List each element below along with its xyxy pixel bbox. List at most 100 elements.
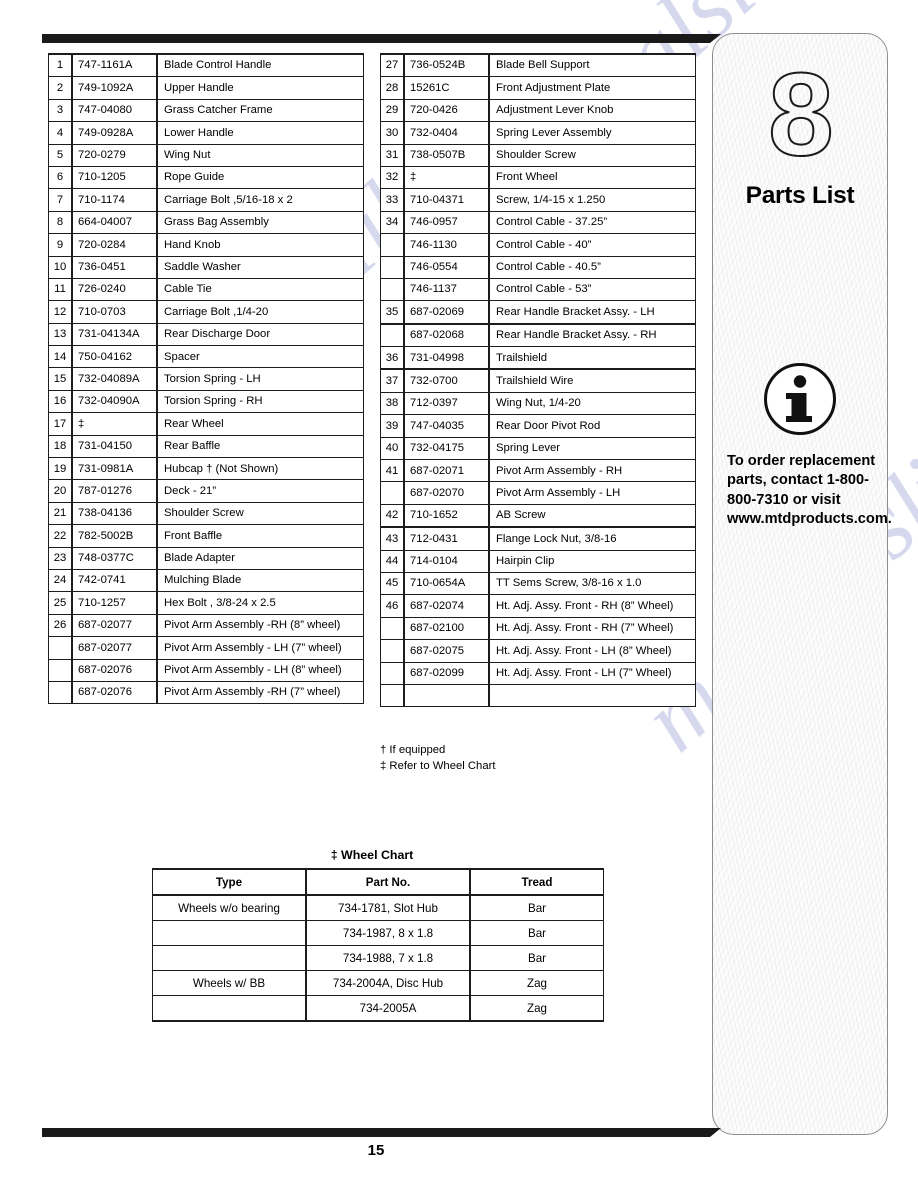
header-rule-bar (42, 34, 721, 43)
table-row: 28 15261C Front Adjustment Plate (380, 76, 696, 100)
parts-row-index: 17 (48, 412, 73, 436)
parts-row-description: TT Sems Screw, 3/8-16 x 1.0 (488, 571, 696, 596)
parts-row-part-number: 738-0507B (403, 143, 490, 167)
parts-row-index (48, 636, 73, 660)
parts-row-index (380, 233, 405, 257)
parts-row-description: Rear Handle Bracket Assy. - LH (488, 300, 696, 325)
wheel-chart-row: 734-1988, 7 x 1.8 Bar (152, 945, 604, 971)
table-row: 35 687-02069 Rear Handle Bracket Assy. - L… (380, 300, 696, 325)
parts-row-index: 9 (48, 233, 73, 257)
table-row: 44 714-0104 Hairpin Clip (380, 549, 696, 573)
parts-row-part-number (403, 683, 490, 708)
parts-row-index: 34 (380, 210, 405, 235)
table-row: 18 731-04150 Rear Baffle (48, 434, 364, 459)
table-row: 11 726-0240 Cable Tie (48, 277, 364, 302)
parts-row-description: Rear Discharge Door (156, 322, 364, 347)
parts-row-part-number: 746-1137 (403, 277, 490, 302)
parts-row-index: 45 (380, 571, 405, 596)
parts-row-description: Front Wheel (488, 165, 696, 190)
parts-row-part-number: 710-1652 (403, 503, 490, 529)
table-row: 687-02076 Pivot Arm Assembly - LH (8” whe… (48, 658, 364, 682)
wheel-chart-header-part: Part No. (305, 868, 471, 896)
parts-row-part-number: 749-0928A (71, 121, 158, 145)
table-row: 15 732-04089A Torsion Spring - LH (48, 367, 364, 391)
parts-row-index (48, 680, 73, 705)
footer-rule-bar (42, 1128, 721, 1137)
table-row: 687-02077 Pivot Arm Assembly - LH (7” whe… (48, 636, 364, 660)
parts-row-index: 14 (48, 345, 73, 369)
parts-table-left: 1 747-1161A Blade Control Handle 2 749-1092A… (48, 53, 364, 705)
parts-row-part-number: 732-04175 (403, 436, 490, 461)
parts-row-description: Blade Control Handle (156, 53, 364, 78)
parts-row-description: Front Baffle (156, 524, 364, 548)
table-row: 16 732-04090A Torsion Spring - RH (48, 389, 364, 414)
parts-row-description: Ht. Adj. Assy. Front - LH (8” Wheel) (488, 639, 696, 663)
parts-row-description: Spring Lever (488, 436, 696, 461)
parts-row-part-number: 736-0451 (71, 255, 158, 279)
parts-row-description: Ht. Adj. Assy. Front - LH (7” Wheel) (488, 661, 696, 685)
parts-row-part-number: 782-5002B (71, 524, 158, 548)
wheel-chart-header-row: Type Part No. Tread (152, 868, 604, 896)
parts-row-part-number: 720-0426 (403, 98, 490, 123)
parts-row-part-number: 742-0741 (71, 568, 158, 593)
parts-row-description: Saddle Washer (156, 255, 364, 279)
table-row: 2 749-1092A Upper Handle (48, 76, 364, 100)
parts-row-description: Rope Guide (156, 165, 364, 190)
parts-row-index: 24 (48, 568, 73, 593)
parts-row-part-number: 687-02077 (71, 636, 158, 660)
parts-row-index: 5 (48, 143, 73, 167)
wheel-chart-cell-part: 734-1987, 8 x 1.8 (305, 920, 471, 946)
parts-row-index: 38 (380, 391, 405, 416)
parts-row-index: 31 (380, 143, 405, 167)
parts-row-index: 19 (48, 457, 73, 481)
parts-row-index: 27 (380, 53, 405, 78)
wheel-chart-cell-tread: Bar (469, 945, 604, 971)
parts-row-part-number: 746-0554 (403, 255, 490, 279)
parts-row-part-number: 710-1174 (71, 188, 158, 212)
parts-row-part-number: 712-0397 (403, 391, 490, 416)
parts-row-description: Blade Bell Support (488, 53, 696, 78)
parts-row-description: Wing Nut, 1/4-20 (488, 391, 696, 416)
parts-row-description: Rear Door Pivot Rod (488, 414, 696, 438)
parts-row-part-number: 726-0240 (71, 277, 158, 302)
parts-row-description: Lower Handle (156, 121, 364, 145)
parts-row-description: Trailshield Wire (488, 368, 696, 393)
parts-row-part-number: 732-04089A (71, 367, 158, 391)
parts-row-part-number: 687-02076 (71, 658, 158, 682)
table-row: 12 710-0703 Carriage Bolt ,1/4-20 (48, 300, 364, 324)
parts-row-index (380, 639, 405, 663)
parts-row-description: Control Cable - 40” (488, 233, 696, 257)
table-row: 746-1130 Control Cable - 40” (380, 233, 696, 257)
parts-row-index (380, 481, 405, 505)
parts-row-description (488, 683, 696, 708)
table-row: 29 720-0426 Adjustment Lever Knob (380, 98, 696, 123)
parts-row-description: Mulching Blade (156, 568, 364, 593)
parts-row-part-number: 732-0700 (403, 368, 490, 393)
table-row: 32 ‡ Front Wheel (380, 165, 696, 190)
parts-row-description: Shoulder Screw (156, 501, 364, 526)
wheel-chart-cell-type: Wheels w/ BB (152, 970, 307, 996)
table-row: 41 687-02071 Pivot Arm Assembly - RH (380, 459, 696, 483)
parts-row-index: 8 (48, 210, 73, 235)
parts-row-index (380, 277, 405, 302)
parts-row-index: 42 (380, 503, 405, 529)
table-row: 34 746-0957 Control Cable - 37.25” (380, 210, 696, 235)
wheel-chart-table: Type Part No. Tread Wheels w/o bearing 73… (152, 868, 604, 1022)
table-row: 25 710-1257 Hex Bolt , 3/8-24 x 2.5 (48, 591, 364, 615)
parts-row-description: Pivot Arm Assembly - LH (8” wheel) (156, 658, 364, 682)
wheel-chart-row: 734-2005A Zag (152, 995, 604, 1022)
parts-row-part-number: 687-02074 (403, 594, 490, 618)
parts-row-part-number: 710-1205 (71, 165, 158, 190)
parts-row-description: Deck - 21” (156, 479, 364, 503)
parts-row-description: Torsion Spring - LH (156, 367, 364, 391)
parts-row-description: Torsion Spring - RH (156, 389, 364, 414)
parts-row-part-number: 687-02077 (71, 613, 158, 638)
parts-row-description: Carriage Bolt ,1/4-20 (156, 300, 364, 324)
parts-row-index: 39 (380, 414, 405, 438)
parts-row-description: Control Cable - 53” (488, 277, 696, 302)
table-row: 38 712-0397 Wing Nut, 1/4-20 (380, 391, 696, 416)
parts-row-part-number: 787-01276 (71, 479, 158, 503)
wheel-chart-cell-part: 734-2005A (305, 995, 471, 1022)
table-row: 687-02099 Ht. Adj. Assy. Front - LH (7” W… (380, 661, 696, 685)
parts-row-index: 36 (380, 346, 405, 371)
